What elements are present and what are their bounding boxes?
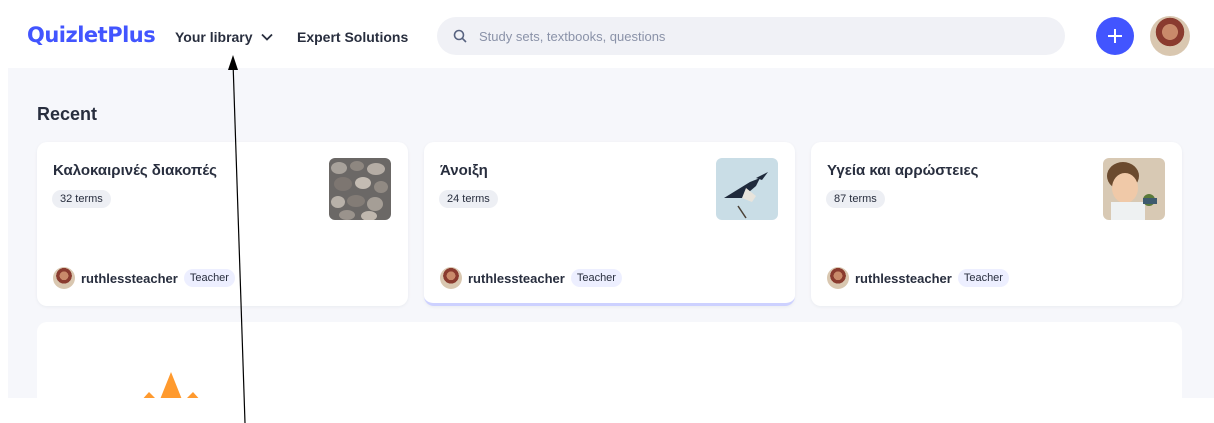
teacher-badge: Teacher [570, 269, 622, 287]
search-bar[interactable] [437, 17, 1065, 55]
terms-count-badge: 32 terms [52, 190, 111, 208]
author-info[interactable]: ruthlessteacher Teacher [53, 267, 235, 289]
study-set-title: Υγεία και αρρώστειες [827, 162, 979, 179]
your-library-label: Your library [175, 29, 253, 45]
author-name: ruthlessteacher [468, 270, 565, 286]
profile-avatar[interactable] [1150, 16, 1190, 56]
create-button[interactable] [1096, 17, 1134, 55]
your-library-menu[interactable]: Your library [175, 29, 273, 45]
avatar [53, 267, 75, 289]
expert-solutions-link[interactable]: Expert Solutions [297, 29, 408, 45]
study-set-card[interactable]: Καλοκαιρινές διακοπές 32 terms ruthlesst… [37, 142, 408, 306]
study-set-title: Άνοιξη [440, 162, 488, 179]
plus-icon [1108, 29, 1122, 43]
author-info[interactable]: ruthlessteacher Teacher [827, 267, 1009, 289]
study-set-card[interactable]: Υγεία και αρρώστειες 87 terms ruthlesste… [811, 142, 1182, 306]
study-set-title: Καλοκαιρινές διακοπές [53, 162, 217, 179]
author-name: ruthlessteacher [81, 270, 178, 286]
pebbles-image [329, 158, 391, 220]
bottom-strip [0, 398, 1214, 423]
swallow-image [716, 158, 778, 220]
child-image [1103, 158, 1165, 220]
author-info[interactable]: ruthlessteacher Teacher [440, 267, 622, 289]
study-set-card[interactable]: Άνοιξη 24 terms ruthlessteacher Teacher [424, 142, 795, 306]
search-input[interactable] [477, 27, 1041, 45]
avatar [827, 267, 849, 289]
search-icon [453, 29, 467, 43]
terms-count-badge: 24 terms [439, 190, 498, 208]
author-name: ruthlessteacher [855, 270, 952, 286]
teacher-badge: Teacher [957, 269, 1009, 287]
quizlet-plus-logo[interactable]: QuizletPlus [27, 23, 156, 47]
top-navigation-bar: QuizletPlus Your library Expert Solution… [0, 0, 1214, 68]
terms-count-badge: 87 terms [826, 190, 885, 208]
chevron-down-icon [260, 33, 273, 41]
avatar [440, 267, 462, 289]
recent-heading: Recent [37, 104, 98, 124]
teacher-badge: Teacher [183, 269, 235, 287]
